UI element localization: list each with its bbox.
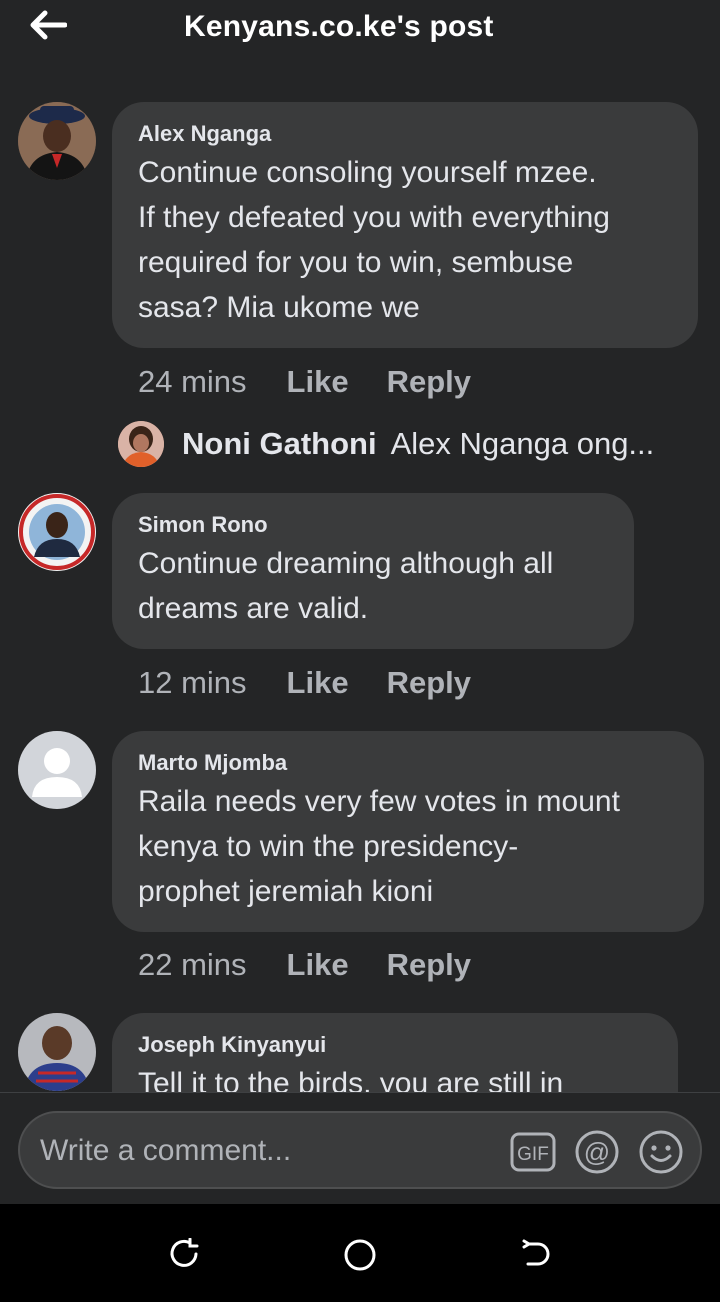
comments-list[interactable]: Alex Nganga Continue consoling yourself … [0,62,720,1092]
svg-text:@: @ [584,1137,610,1167]
comment-text: Raila needs very few votes in mount keny… [138,779,678,914]
comment-bubble[interactable]: Marto Mjomba Raila needs very few votes … [112,731,704,932]
emoji-icon [639,1130,683,1174]
recent-apps-button[interactable] [168,1237,200,1270]
comment-timestamp: 24 mins [138,364,247,399]
mention-icon: @ [575,1130,619,1174]
reply-preview[interactable]: Noni Gathoni Alex Nganga ong... [118,418,654,470]
comment-composer-bar: GIF @ [0,1092,720,1204]
reply-avatar [118,421,164,467]
reply-button[interactable]: Reply [387,364,471,400]
avatar[interactable] [18,493,96,571]
comment-actions: 24 mins Like Reply [138,362,471,402]
reply-author[interactable]: Noni Gathoni [182,426,377,462]
reply-button[interactable]: Reply [387,665,471,701]
comment-line: Continue dreaming although all [138,547,554,580]
gif-button[interactable]: GIF [510,1129,556,1175]
comment-author[interactable]: Joseph Kinyanyui [138,1031,652,1059]
profile-photo-icon [18,493,96,571]
svg-text:GIF: GIF [517,1144,549,1165]
reply-snippet: Alex Nganga ong... [390,426,655,461]
back-icon [522,1239,550,1266]
comment-bubble[interactable]: Simon Rono Continue dreaming although al… [112,493,634,649]
comment-line: Continue consoling yourself mzee. [138,156,597,189]
page-title: Kenyans.co.ke's post [184,10,494,43]
arrow-left-icon [30,10,67,40]
comment-composer[interactable]: GIF @ [18,1111,702,1189]
home-button[interactable] [343,1238,376,1271]
home-icon [344,1239,376,1271]
system-nav-bar [0,1204,720,1302]
like-button[interactable]: Like [287,947,349,983]
back-button[interactable] [26,8,70,42]
comment-line: kenya to win the presidency- [138,830,519,863]
comment-timestamp: 12 mins [138,665,247,700]
default-avatar-icon [18,731,96,809]
comment-author[interactable]: Alex Nganga [138,120,672,148]
comment-author[interactable]: Simon Rono [138,511,608,539]
avatar[interactable] [18,731,96,809]
comment-bubble[interactable]: Joseph Kinyanyui Tell it to the birds, y… [112,1013,678,1092]
profile-photo-icon [18,1013,96,1091]
avatar[interactable] [18,102,96,180]
emoji-button[interactable] [638,1129,684,1175]
like-button[interactable]: Like [287,364,349,400]
comment-line: Raila needs very few votes in mount [138,785,620,818]
profile-photo-icon [118,421,164,467]
comment-bubble[interactable]: Alex Nganga Continue consoling yourself … [112,102,698,348]
top-bar: Kenyans.co.ke's post [0,0,720,62]
comment-author[interactable]: Marto Mjomba [138,749,678,777]
comment-input[interactable] [40,1131,480,1171]
comment-text: Tell it to the birds, you are still in [138,1061,652,1092]
profile-photo-icon [18,102,96,180]
comment-line: Tell it to the birds, you are still in [138,1067,564,1092]
comment-line: sasa? Mia ukome we [138,291,420,324]
comment-line: required for you to win, sembuse [138,246,574,279]
comment-line: dreams are valid. [138,592,369,625]
mention-button[interactable]: @ [574,1129,620,1175]
comment-text: Continue dreaming although all dreams ar… [138,541,608,631]
back-nav-button[interactable] [520,1238,552,1270]
comment-timestamp: 22 mins [138,947,247,982]
comment-actions: 22 mins Like Reply [138,945,471,985]
comment-actions: 12 mins Like Reply [138,663,471,703]
like-button[interactable]: Like [287,665,349,701]
comment-line: If they defeated you with everything [138,201,610,234]
reply-button[interactable]: Reply [387,947,471,983]
recent-apps-icon [170,1237,199,1267]
comment-text: Continue consoling yourself mzee. If the… [138,150,672,330]
comment-line: prophet jeremiah kioni [138,875,434,908]
avatar[interactable] [18,1013,96,1091]
gif-icon: GIF [510,1132,556,1172]
